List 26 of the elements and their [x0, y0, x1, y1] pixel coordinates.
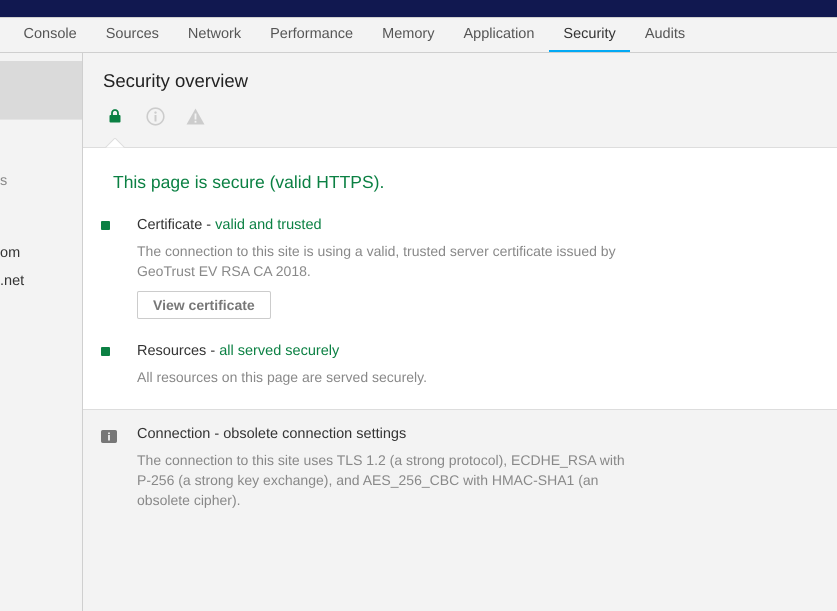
section-description: The connection to this site uses TLS 1.2 (a strong protocol), ECDHE_RSA with P-256 (a strong key exchange), and AES_256_CBC with HMAC-SHA1 (an obsolete cipher).: [137, 451, 625, 510]
tab[interactable]: Console: [9, 18, 92, 52]
tab[interactable]: Application: [448, 18, 549, 52]
warning-icon[interactable]: [185, 106, 205, 126]
security-summary: This page is secure (valid HTTPS).: [113, 172, 386, 193]
section-description: The connection to this site is using a valid, trusted server certificate issued by GeoTrust EV RSA CA 2018.: [137, 242, 617, 281]
section-title: Resources - all served securely: [137, 343, 340, 359]
sidebar-item[interactable]: om: [0, 239, 82, 267]
tab[interactable]: Performance: [256, 18, 368, 52]
tab[interactable]: Audits: [630, 18, 700, 52]
panel-title: Security overview: [103, 69, 249, 92]
sidebar-item[interactable]: .net: [0, 267, 82, 295]
tab[interactable]: Network: [173, 18, 256, 52]
tab[interactable]: Security: [548, 18, 630, 52]
sidebar-heading: s: [0, 172, 8, 191]
view-certificate-button[interactable]: View certificate: [137, 291, 271, 319]
sidebar-item[interactable]: [0, 61, 82, 119]
tab[interactable]: Memory: [368, 18, 449, 52]
status-square-icon: [101, 347, 110, 356]
section-description: All resources on this page are served securely.: [137, 368, 428, 387]
tab[interactable]: Sources: [91, 18, 174, 52]
section-title: Certificate - valid and trusted: [137, 217, 323, 233]
info-icon: [101, 430, 117, 443]
section-title: Connection - obsolete connection settings: [137, 426, 408, 442]
info-icon[interactable]: [145, 106, 165, 126]
status-square-icon: [101, 221, 110, 230]
